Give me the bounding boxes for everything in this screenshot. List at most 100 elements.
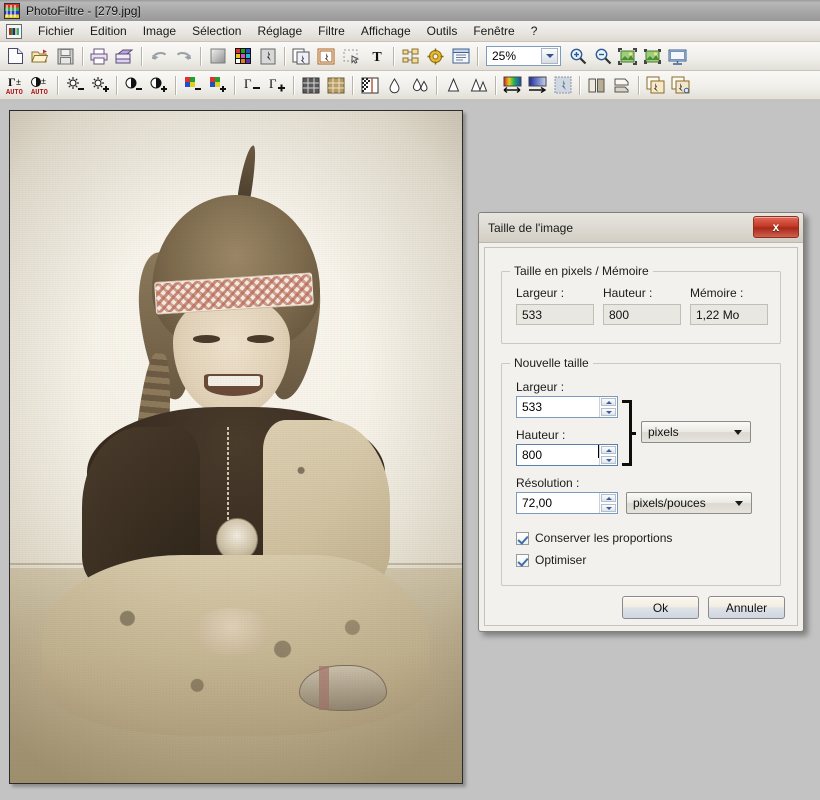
menu-item-help[interactable]: ? — [523, 22, 546, 40]
toolbar-separator — [116, 75, 117, 95]
optimize-checkbox[interactable] — [516, 553, 529, 567]
current-height-value: 800 — [603, 304, 681, 325]
current-height-label: Hauteur : — [603, 286, 653, 300]
paste-image-icon[interactable] — [314, 44, 339, 69]
toolbar-separator — [200, 46, 201, 66]
resolution-unit-combo[interactable]: pixels/pouces — [626, 492, 752, 514]
toolbar-separator — [293, 75, 294, 95]
color-palette-icon[interactable] — [230, 44, 255, 69]
optimize-label: Optimiser — [535, 553, 587, 567]
grid-dark-icon[interactable] — [298, 73, 323, 98]
palette-window-icon[interactable] — [448, 44, 473, 69]
negative-icon[interactable] — [255, 44, 280, 69]
actual-size-icon[interactable] — [640, 44, 665, 69]
menu-item-affichage[interactable]: Affichage — [353, 22, 419, 40]
gradient-icon[interactable] — [500, 73, 525, 98]
image-size-dialog[interactable]: Taille de l'image x Taille en pixels / M… — [478, 212, 804, 632]
print-icon[interactable] — [87, 44, 112, 69]
save-floppy-icon[interactable] — [53, 44, 78, 69]
batch-icon[interactable] — [668, 73, 693, 98]
new-height-spin-buttons[interactable] — [599, 445, 617, 465]
document-icon[interactable] — [6, 23, 22, 39]
explorer-icon[interactable] — [398, 44, 423, 69]
new-height-label: Hauteur : — [516, 428, 566, 442]
spin-down-icon[interactable] — [601, 504, 616, 512]
menu-item-fenetre[interactable]: Fenêtre — [465, 22, 522, 40]
new-height-value: 800 — [522, 448, 543, 462]
spin-down-icon[interactable] — [601, 456, 616, 464]
menu-bar: Fichier Edition Image Sélection Réglage … — [0, 21, 820, 42]
fullscreen-icon[interactable] — [665, 44, 690, 69]
resolution-spin-buttons[interactable] — [599, 493, 617, 513]
resolution-spinner[interactable]: 72,00 — [516, 492, 618, 514]
flip-vertical-icon[interactable] — [609, 73, 634, 98]
saturation-down-icon[interactable] — [180, 73, 205, 98]
toolbar-separator — [82, 46, 83, 66]
menu-item-selection[interactable]: Sélection — [184, 22, 249, 40]
main-toolbar: T 25% — [0, 42, 820, 71]
new-width-spinner[interactable]: 533 — [516, 396, 618, 418]
sharpen-more-icon[interactable] — [466, 73, 491, 98]
chevron-down-icon[interactable] — [541, 48, 558, 64]
blur-icon[interactable] — [382, 73, 407, 98]
unit-combo[interactable]: pixels — [641, 421, 751, 443]
svg-text:±: ± — [41, 76, 46, 86]
svg-text:AUTO: AUTO — [6, 89, 23, 96]
sharpen-icon[interactable] — [441, 73, 466, 98]
copy-image-icon[interactable] — [289, 44, 314, 69]
emboss-icon[interactable] — [550, 73, 575, 98]
spin-up-icon[interactable] — [601, 398, 616, 406]
toolbar-separator — [495, 75, 496, 95]
undo-icon[interactable] — [146, 44, 171, 69]
auto-gamma-icon[interactable]: Γ ± AUTO — [3, 73, 28, 98]
spin-down-icon[interactable] — [601, 408, 616, 416]
menu-item-fichier[interactable]: Fichier — [30, 22, 82, 40]
flip-horizontal-icon[interactable] — [584, 73, 609, 98]
photo-grain — [10, 111, 462, 783]
grayscale-icon[interactable] — [205, 44, 230, 69]
new-height-spinner[interactable]: 800 — [516, 444, 618, 466]
text-tool-icon[interactable]: T — [364, 44, 389, 69]
toolbar-separator — [477, 46, 478, 66]
print-preview-icon[interactable] — [112, 44, 137, 69]
menu-item-image[interactable]: Image — [135, 22, 184, 40]
menu-item-reglage[interactable]: Réglage — [249, 22, 310, 40]
close-icon[interactable]: x — [753, 216, 799, 238]
duplicate-icon[interactable] — [643, 73, 668, 98]
selection-icon[interactable] — [339, 44, 364, 69]
keep-proportions-checkbox[interactable] — [516, 531, 529, 545]
spin-up-icon[interactable] — [601, 494, 616, 502]
contrast-up-icon[interactable] — [146, 73, 171, 98]
menu-item-edition[interactable]: Edition — [82, 22, 135, 40]
optimize-row[interactable]: Optimiser — [516, 553, 586, 567]
zoom-out-icon[interactable] — [590, 44, 615, 69]
new-width-spin-buttons[interactable] — [599, 397, 617, 417]
menu-item-filtre[interactable]: Filtre — [310, 22, 353, 40]
window-title: PhotoFiltre - [279.jpg] — [26, 3, 141, 18]
saturation-up-icon[interactable] — [205, 73, 230, 98]
zoom-level-combo[interactable]: 25% — [486, 46, 561, 66]
brightness-up-icon[interactable] — [87, 73, 112, 98]
settings-gear-icon[interactable] — [423, 44, 448, 69]
brightness-down-icon[interactable] — [62, 73, 87, 98]
redo-icon[interactable] — [171, 44, 196, 69]
ok-button[interactable]: Ok — [622, 596, 699, 619]
toolbar-separator — [638, 75, 639, 95]
contrast-down-icon[interactable] — [121, 73, 146, 98]
menu-item-outils[interactable]: Outils — [419, 22, 466, 40]
gamma-down-icon[interactable]: Γ — [239, 73, 264, 98]
new-document-icon[interactable] — [3, 44, 28, 69]
gamma-up-icon[interactable]: Γ — [264, 73, 289, 98]
open-folder-icon[interactable] — [28, 44, 53, 69]
spin-up-icon[interactable] — [601, 446, 616, 454]
cancel-button[interactable]: Annuler — [708, 596, 785, 619]
keep-proportions-row[interactable]: Conserver les proportions — [516, 531, 672, 545]
fit-screen-icon[interactable] — [615, 44, 640, 69]
gradient-blue-icon[interactable] — [525, 73, 550, 98]
zoom-in-icon[interactable] — [565, 44, 590, 69]
image-window[interactable] — [9, 110, 463, 784]
auto-contrast-icon[interactable]: ± AUTO — [28, 73, 53, 98]
blur-more-icon[interactable] — [407, 73, 432, 98]
grid-sepia-icon[interactable] — [323, 73, 348, 98]
dither-icon[interactable] — [357, 73, 382, 98]
